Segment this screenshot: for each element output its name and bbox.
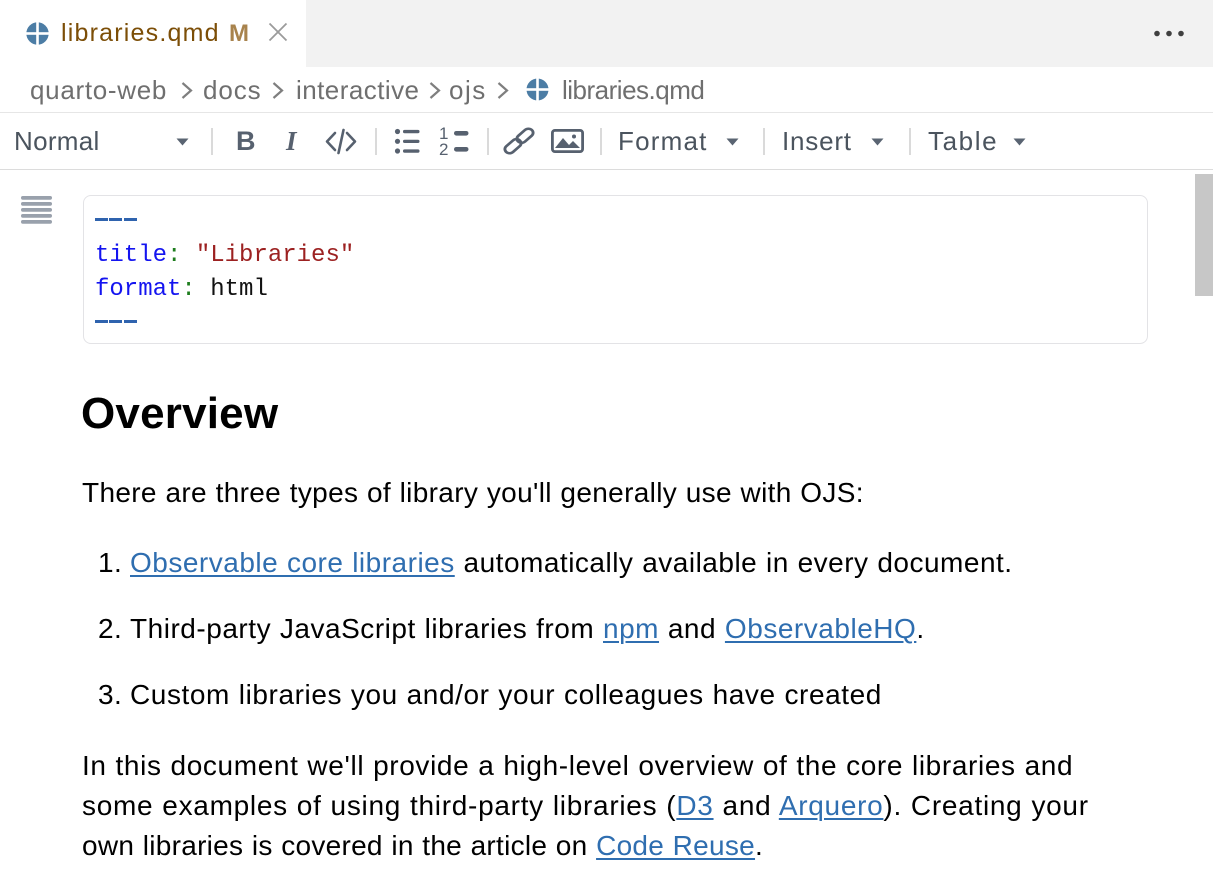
svg-text:2: 2	[439, 140, 448, 156]
